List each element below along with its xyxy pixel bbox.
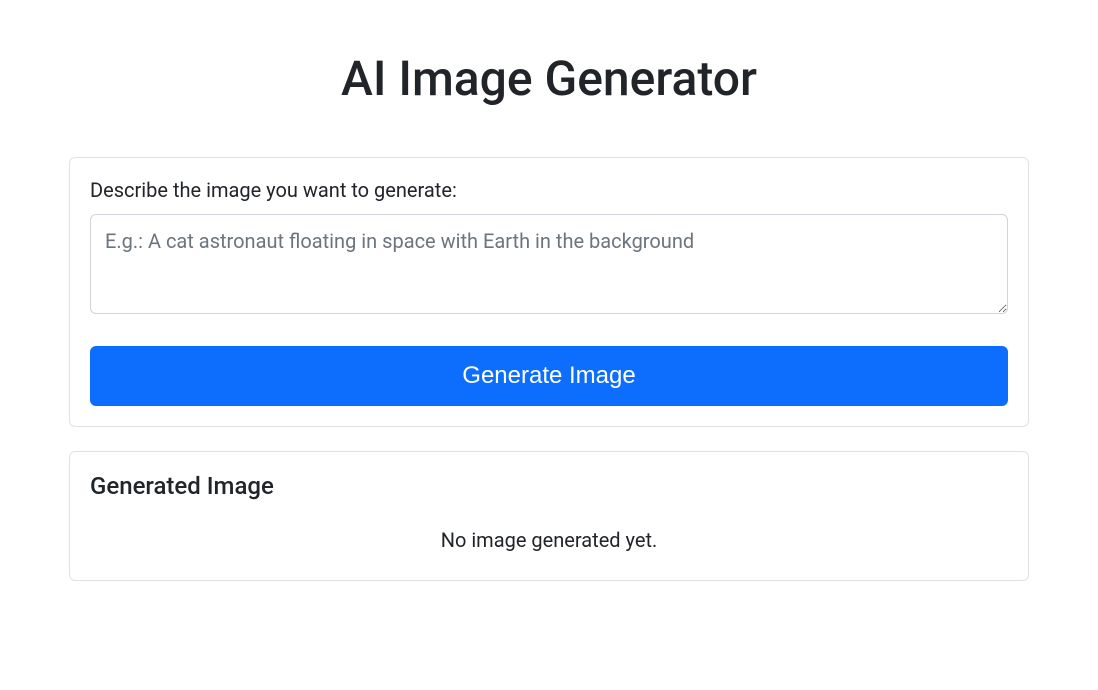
prompt-input[interactable] — [90, 214, 1008, 314]
result-heading: Generated Image — [90, 472, 1008, 500]
result-card: Generated Image No image generated yet. — [69, 451, 1029, 581]
generate-button[interactable]: Generate Image — [90, 346, 1008, 406]
page-title: AI Image Generator — [69, 50, 1029, 107]
prompt-label: Describe the image you want to generate: — [90, 178, 1008, 202]
result-empty-message: No image generated yet. — [90, 524, 1008, 560]
prompt-card: Describe the image you want to generate:… — [69, 157, 1029, 427]
